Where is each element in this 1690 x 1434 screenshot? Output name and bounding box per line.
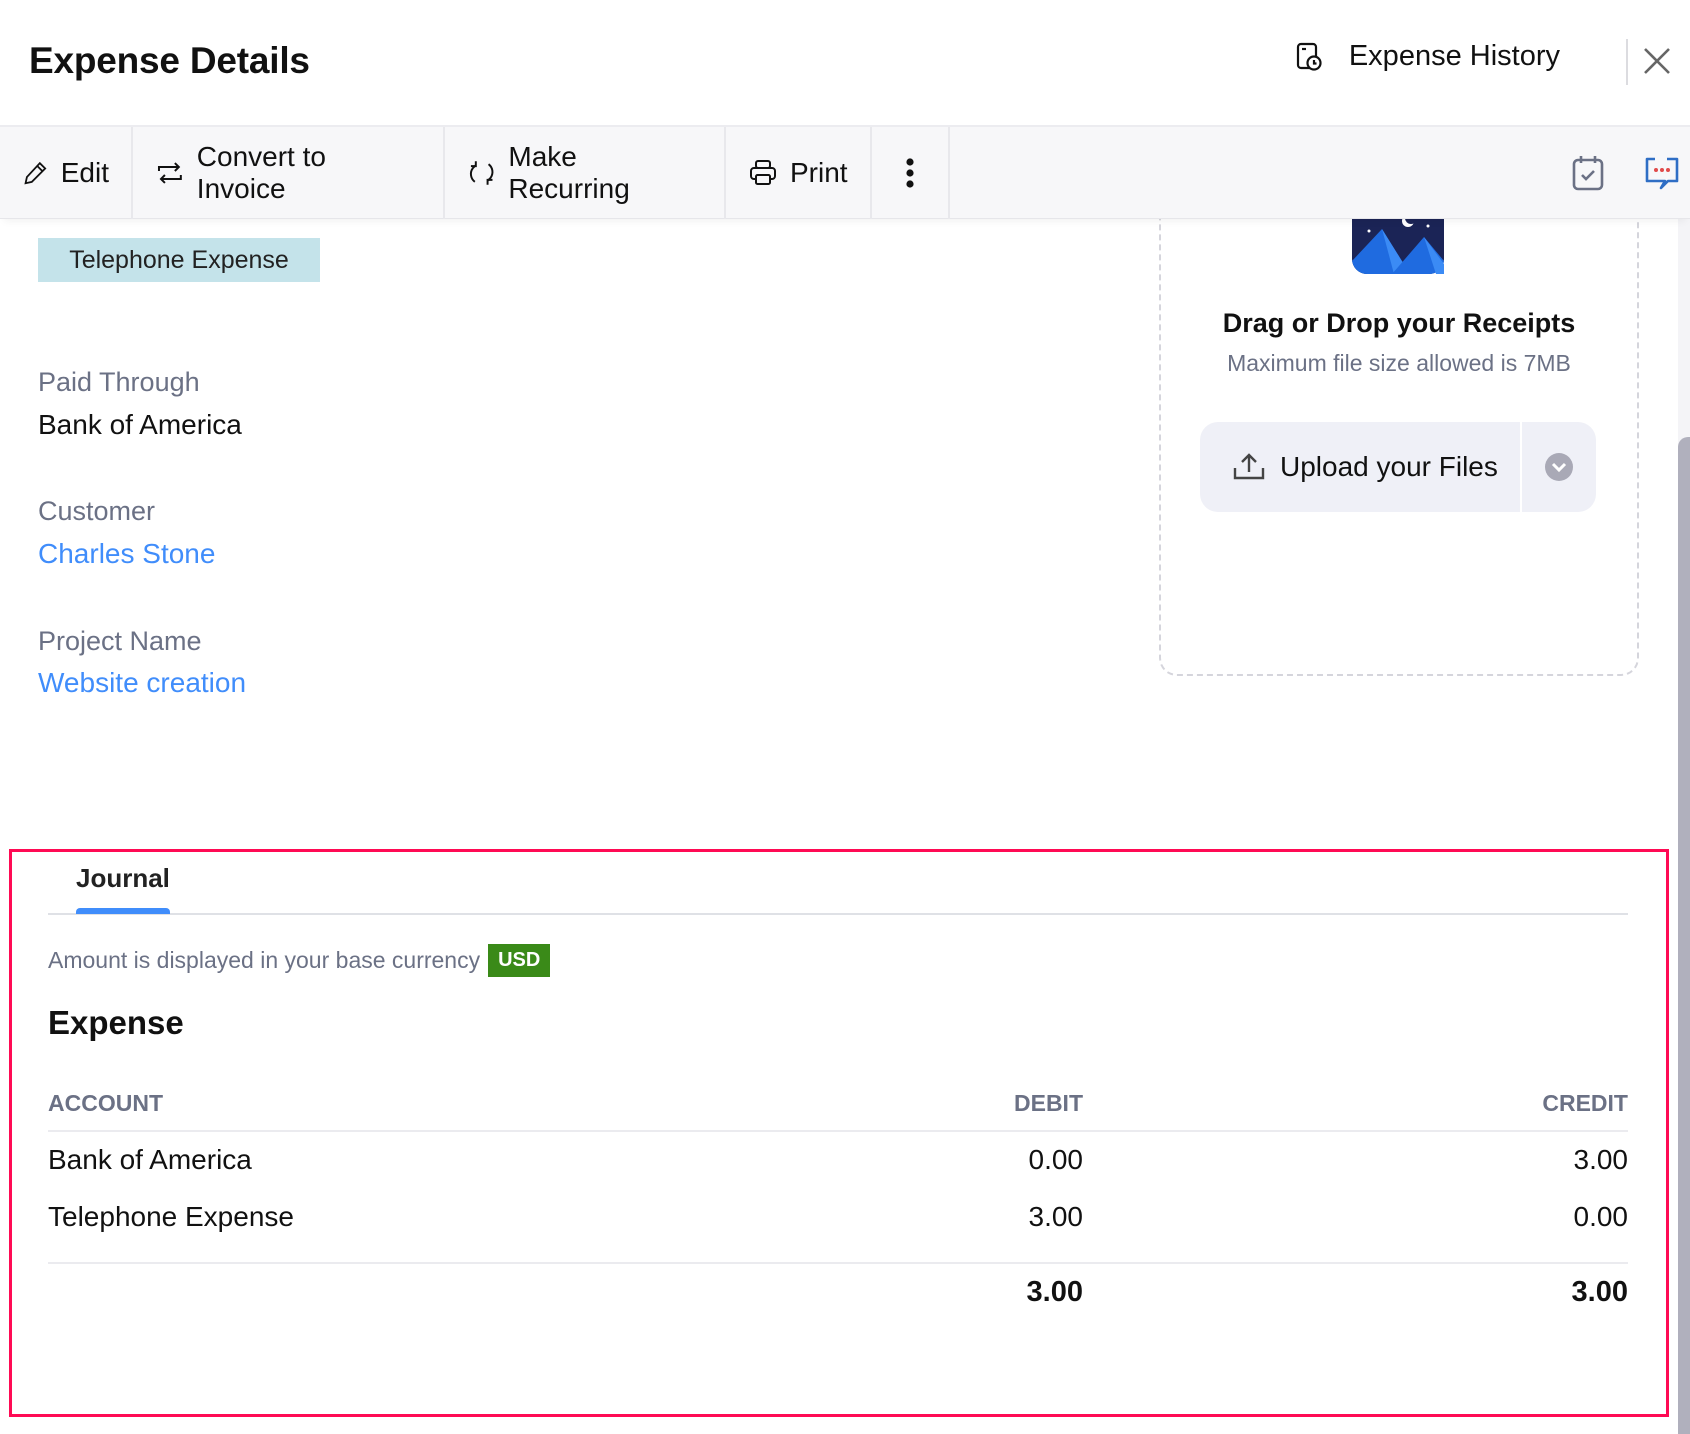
make-recurring-button[interactable]: Make Recurring — [445, 127, 726, 219]
paid-through-label: Paid Through — [38, 367, 200, 397]
totals-row: 3.00 3.00 — [48, 1262, 1628, 1326]
more-vertical-icon — [906, 158, 914, 188]
printer-icon — [750, 160, 776, 185]
column-header-account: ACCOUNT — [48, 1090, 163, 1116]
panel-header: Expense Details Expense History — [0, 0, 1690, 127]
dropzone-title: Drag or Drop your Receipts — [1222, 308, 1576, 338]
total-debit: 3.00 — [1026, 1276, 1083, 1308]
convert-to-invoice-button[interactable]: Convert to Invoice — [133, 127, 445, 219]
journal-tabs: Journal — [48, 860, 1628, 915]
project-name-label: Project Name — [38, 626, 202, 656]
convert-icon — [157, 162, 182, 184]
more-options-button[interactable] — [872, 127, 950, 219]
action-toolbar: Edit Convert to Invoice Make Recurring P… — [0, 127, 1690, 219]
tab-journal[interactable]: Journal — [76, 863, 170, 894]
convert-to-invoice-label: Convert to Invoice — [196, 141, 326, 204]
currency-badge: USD — [488, 944, 551, 977]
debit-cell: 0.00 — [1028, 1144, 1084, 1175]
table-row: Telephone Expense 3.00 0.00 — [48, 1201, 1628, 1258]
journal-table: ACCOUNT DEBIT CREDIT Bank of America 0.0… — [48, 1088, 1628, 1326]
customer-link[interactable]: Charles Stone — [38, 538, 215, 570]
total-credit: 3.00 — [1571, 1276, 1628, 1308]
category-badge: Telephone Expense — [38, 238, 320, 282]
dropzone-subtitle: Maximum file size allowed is 7MB — [1227, 350, 1571, 376]
pencil-icon — [24, 161, 47, 185]
credit-cell: 3.00 — [1573, 1144, 1629, 1175]
debit-cell: 3.00 — [1028, 1201, 1084, 1232]
expense-history-button[interactable]: Expense History — [1295, 40, 1560, 73]
column-header-debit: DEBIT — [1014, 1090, 1083, 1116]
print-label: Print — [790, 157, 848, 188]
currency-note-text: Amount is displayed in your base currenc… — [48, 947, 481, 973]
customer-label: Customer — [38, 496, 156, 526]
header-divider — [1626, 39, 1628, 85]
account-cell: Telephone Expense — [48, 1201, 294, 1232]
edit-button[interactable]: Edit — [0, 127, 133, 219]
upload-files-split-button: Upload your Files — [1200, 422, 1596, 512]
currency-note: Amount is displayed in your base currenc… — [48, 944, 551, 977]
journal-heading: Expense — [48, 1004, 184, 1041]
table-row: Bank of America 0.00 3.00 — [48, 1144, 1628, 1201]
upload-files-label: Upload your Files — [1280, 451, 1498, 482]
account-cell: Bank of America — [48, 1144, 252, 1175]
table-header-row: ACCOUNT DEBIT CREDIT — [48, 1088, 1628, 1132]
upload-icon — [1233, 453, 1265, 480]
close-icon[interactable] — [1640, 44, 1674, 78]
chevron-down-icon — [1545, 453, 1573, 481]
expense-history-label: Expense History — [1348, 40, 1560, 72]
receipt-illustration-icon — [1352, 219, 1444, 274]
upload-options-dropdown[interactable] — [1522, 422, 1596, 512]
comment-icon[interactable] — [1643, 154, 1681, 192]
page-title: Expense Details — [29, 40, 310, 81]
scrollbar-thumb[interactable] — [1678, 437, 1690, 1434]
calendar-check-icon[interactable] — [1570, 154, 1606, 192]
column-header-credit: CREDIT — [1542, 1090, 1628, 1116]
history-icon — [1296, 42, 1322, 71]
credit-cell: 0.00 — [1573, 1201, 1629, 1232]
active-tab-indicator — [76, 908, 170, 914]
project-link[interactable]: Website creation — [38, 667, 246, 699]
make-recurring-label: Make Recurring — [508, 141, 630, 204]
paid-through-value: Bank of America — [38, 409, 242, 440]
print-button[interactable]: Print — [726, 127, 872, 219]
upload-files-button[interactable]: Upload your Files — [1200, 422, 1522, 512]
recurring-icon — [470, 161, 494, 185]
edit-label: Edit — [60, 157, 109, 188]
